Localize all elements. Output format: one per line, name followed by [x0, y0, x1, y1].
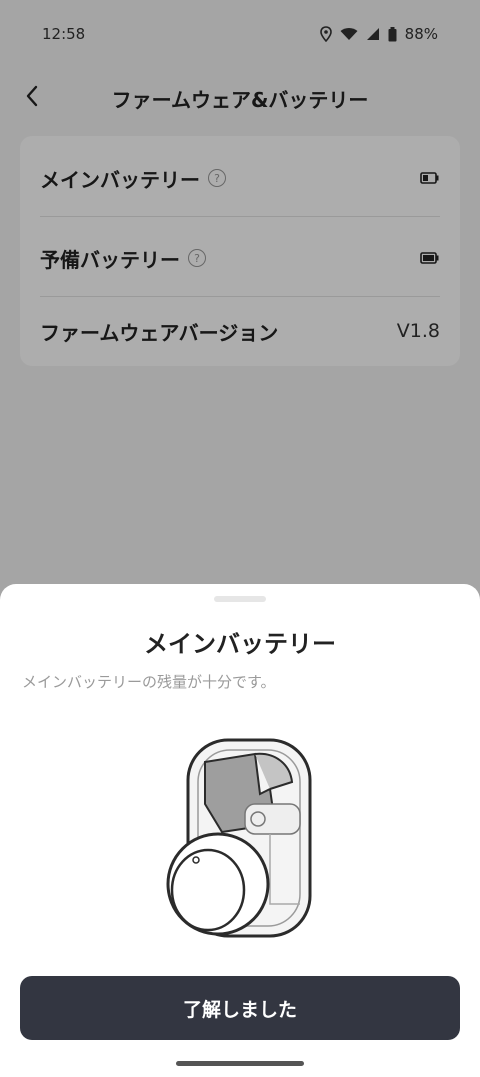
sheet-drag-handle[interactable]: [214, 596, 266, 602]
home-indicator[interactable]: [176, 1061, 304, 1066]
sheet-description: メインバッテリーの残量が十分です。: [22, 673, 276, 691]
bottom-sheet: メインバッテリー メインバッテリーの残量が十分です。 了解しました: [0, 584, 480, 1077]
sheet-title: メインバッテリー: [144, 630, 336, 658]
smart-lock-illustration: [166, 738, 312, 938]
acknowledge-button[interactable]: 了解しました: [20, 976, 460, 1040]
